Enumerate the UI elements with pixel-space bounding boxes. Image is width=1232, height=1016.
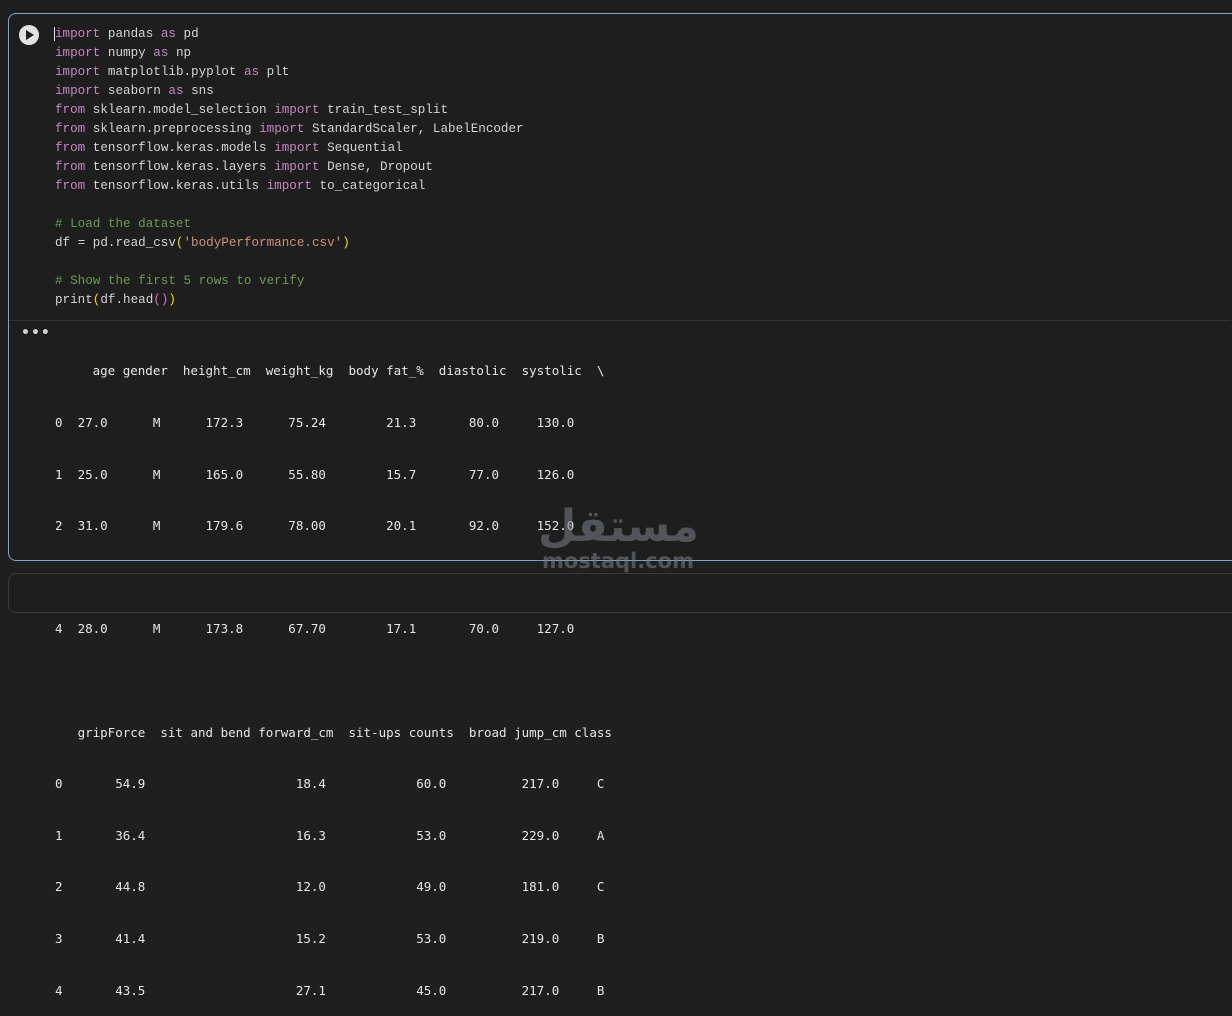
- code-token: import: [55, 46, 101, 60]
- code-token: as: [160, 27, 176, 41]
- code-token: df = pd.read_csv: [55, 236, 176, 250]
- code-token: tensorflow.keras.utils: [92, 179, 260, 193]
- code-token: train_test_split: [327, 103, 449, 117]
- table2-header: gripForce sit and bend forward_cm sit-up…: [55, 724, 612, 740]
- table1-row: 0 27.0 M 172.3 75.24 21.3 80.0 130.0: [55, 415, 575, 431]
- code-string: 'bodyPerformance.csv': [183, 236, 343, 250]
- code-token: matplotlib.pyplot: [107, 65, 237, 79]
- code-token: from: [55, 122, 86, 136]
- code-token: import: [55, 84, 101, 98]
- table2-row: 3 41.4 15.2 53.0 219.0 B: [55, 931, 605, 947]
- output-actions-button[interactable]: •••: [21, 325, 51, 341]
- code-comment: # Load the dataset: [55, 217, 192, 231]
- code-token: to_categorical: [319, 179, 426, 193]
- code-token: ): [342, 236, 350, 250]
- table2-row: 0 54.9 18.4 60.0 217.0 C: [55, 776, 605, 792]
- table2-row: 2 44.8 12.0 49.0 181.0 C: [55, 879, 605, 895]
- run-cell-button[interactable]: [19, 25, 39, 45]
- code-token: Dense, Dropout: [327, 160, 433, 174]
- code-token: import: [259, 122, 305, 136]
- code-token: import: [274, 141, 320, 155]
- code-token: as: [153, 46, 169, 60]
- code-token: import: [55, 65, 101, 79]
- code-token: StandardScaler, LabelEncoder: [312, 122, 524, 136]
- code-token: pd: [183, 27, 199, 41]
- code-token: plt: [266, 65, 290, 79]
- code-token: from: [55, 160, 86, 174]
- table1-row: 4 28.0 M 173.8 67.70 17.1 70.0 127.0: [55, 621, 575, 637]
- code-token: sklearn.preprocessing: [92, 122, 252, 136]
- code-token: np: [175, 46, 192, 60]
- code-token: df.head: [100, 293, 154, 307]
- output-spacer: [55, 672, 612, 689]
- code-token: from: [55, 141, 86, 155]
- code-token: import: [55, 27, 101, 41]
- code-token: print: [55, 293, 93, 307]
- code-token: Sequential: [327, 141, 403, 155]
- table2-row: 4 43.5 27.1 45.0 217.0 B: [55, 982, 605, 998]
- code-editor[interactable]: import pandas as pd import numpy as np i…: [54, 25, 524, 310]
- next-cell[interactable]: [8, 573, 1232, 613]
- code-token: sns: [191, 84, 214, 98]
- table1-row: 2 31.0 M 179.6 78.00 20.1 92.0 152.0: [55, 518, 575, 534]
- cell-output: age gender height_cm weight_kg body fat_…: [55, 328, 612, 1016]
- code-token: import: [266, 179, 312, 193]
- code-token: import: [274, 160, 320, 174]
- code-token: ): [168, 293, 176, 307]
- code-token: as: [243, 65, 260, 79]
- code-token: tensorflow.keras.layers: [92, 160, 267, 174]
- table2-row: 1 36.4 16.3 53.0 229.0 A: [55, 827, 605, 843]
- code-comment: # Show the first 5 rows to verify: [55, 274, 305, 288]
- table1-header: age gender height_cm weight_kg body fat_…: [55, 363, 605, 379]
- code-token: pandas: [107, 27, 154, 41]
- code-token: from: [55, 103, 86, 117]
- output-divider: [9, 320, 1231, 321]
- code-token: from: [55, 179, 86, 193]
- code-token: import: [274, 103, 320, 117]
- code-token: as: [168, 84, 184, 98]
- code-token: numpy: [107, 46, 146, 60]
- code-token: (): [153, 293, 169, 307]
- code-token: sklearn.model_selection: [92, 103, 267, 117]
- table1-row: 1 25.0 M 165.0 55.80 15.7 77.0 126.0: [55, 466, 575, 482]
- code-token: tensorflow.keras.models: [92, 141, 267, 155]
- code-token: seaborn: [107, 84, 161, 98]
